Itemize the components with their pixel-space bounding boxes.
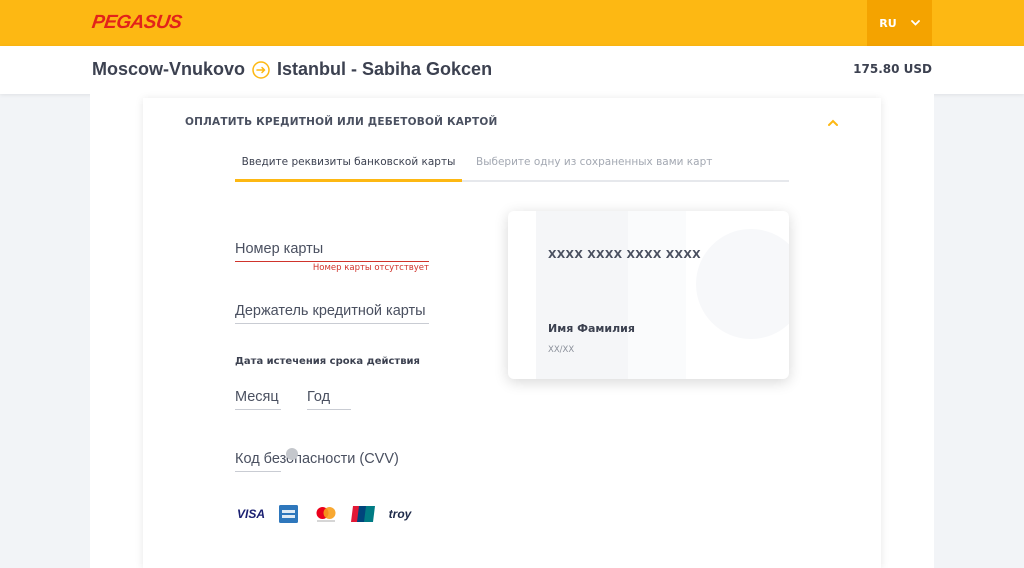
card-preview: XXXX XXXX XXXX XXXX Имя Фамилия XX/XX	[508, 211, 789, 379]
card-number-error: Номер карты отсутствует	[312, 263, 429, 273]
section-title[interactable]: ОПЛАТИТЬ КРЕДИТНОЙ ИЛИ ДЕБЕТОВОЙ КАРТОЙ	[185, 116, 497, 128]
preview-card-number: XXXX XXXX XXXX XXXX	[548, 248, 701, 261]
pegasus-logo[interactable]: PEGASUS	[90, 12, 183, 34]
arrow-right-circle-icon	[252, 60, 270, 79]
chevron-up-icon[interactable]	[828, 119, 838, 126]
card-decoration	[628, 211, 686, 379]
payment-tabs: Введите реквизиты банковской карты Выбер…	[235, 150, 789, 182]
language-label: RU	[879, 16, 897, 30]
troy-logo: troy	[388, 507, 412, 521]
route-origin: Moscow-Vnukovo	[92, 59, 246, 79]
language-selector[interactable]: RU	[867, 0, 932, 46]
mastercard-icon	[313, 505, 339, 523]
route-destination: Istanbul - Sabiha Gokcen	[277, 59, 493, 79]
top-bar: PEGASUS RU	[0, 0, 1024, 46]
cvv-help-icon[interactable]	[286, 448, 298, 460]
card-decoration	[696, 229, 789, 339]
expiry-month-select[interactable]: Месяц	[235, 388, 281, 410]
preview-card-expiry: XX/XX	[548, 345, 575, 355]
cvv-input[interactable]: Код безопасности (CVV)	[235, 450, 399, 472]
preview-card-holder: Имя Фамилия	[548, 322, 635, 335]
american-express-icon	[279, 505, 298, 523]
expiry-label: Дата истечения срока действия	[235, 356, 420, 367]
chevron-down-icon	[910, 20, 920, 26]
tab-saved-cards[interactable]: Выберите одну из сохраненных вами карт	[462, 150, 789, 182]
total-price: 175.80 USD	[853, 62, 932, 76]
route-bar: Moscow-Vnukovo Istanbul - Sabiha Gokcen …	[0, 46, 1024, 94]
expiry-year-select[interactable]: Год	[307, 388, 351, 410]
card-holder-input[interactable]: Держатель кредитной карты	[235, 302, 429, 324]
tab-enter-card-details[interactable]: Введите реквизиты банковской карты	[235, 150, 462, 182]
card-number-input[interactable]: Номер карты	[235, 240, 429, 262]
route-title: Moscow-Vnukovo Istanbul - Sabiha Gokcen	[92, 59, 492, 80]
unionpay-icon	[351, 505, 375, 523]
visa-logo: VISA	[236, 507, 265, 521]
